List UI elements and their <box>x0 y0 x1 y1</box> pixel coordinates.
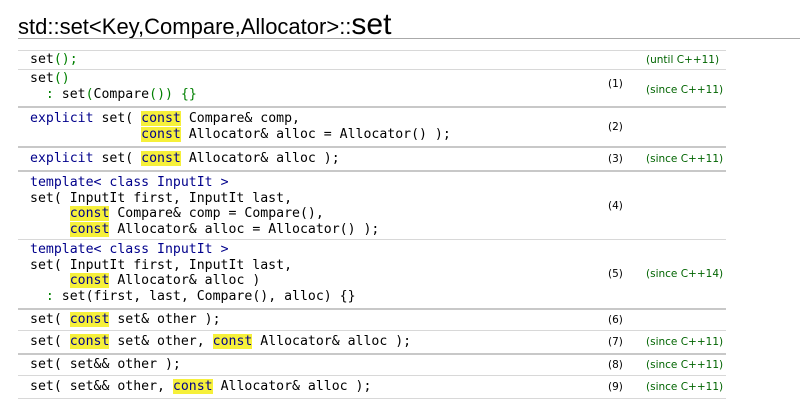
overload-number: (9) <box>608 381 623 393</box>
decl-row: set( const set& other, const Allocator& … <box>18 330 726 353</box>
overload-number: (4) <box>608 199 623 212</box>
overload-number: (5) <box>608 268 623 280</box>
since-badge: (since C++11) <box>646 336 724 348</box>
overload-number: (3) <box>608 153 623 165</box>
overload-number: (2) <box>608 121 623 133</box>
decl-row: explicit set( const Compare& comp, const… <box>18 106 726 146</box>
decl-row: set( set&& other, const Allocator& alloc… <box>18 375 726 399</box>
title-divider <box>18 38 800 39</box>
page-title: std::set<Key,Compare,Allocator>::set <box>18 8 391 42</box>
decl-row: template< class InputIt > set( InputIt f… <box>18 170 726 239</box>
since-badge: (since C++11) <box>646 84 724 96</box>
since-badge: (since C++14) <box>646 268 724 280</box>
decl-row: set( set&& other ); (8) (since C++11) <box>18 353 726 375</box>
decl-row: set( const set& other ); (6) <box>18 308 726 330</box>
overload-number: (8) <box>608 359 623 371</box>
since-badge: (since C++11) <box>646 381 724 393</box>
decl-code: set(); <box>30 52 78 67</box>
declaration-table: set(); (until C++11) set() : set(Compare… <box>18 50 726 399</box>
overload-number: (6) <box>608 314 623 326</box>
overload-number: (1) <box>608 78 623 90</box>
since-badge: (since C++11) <box>646 153 724 165</box>
decl-row: set() : set(Compare()) {} (1) (since C++… <box>18 69 726 106</box>
decl-row: set(); (until C++11) <box>18 50 726 69</box>
overload-number: (7) <box>608 336 623 348</box>
since-badge: (until C++11) <box>646 54 720 66</box>
since-badge: (since C++11) <box>646 359 724 371</box>
title-name: set <box>351 8 392 41</box>
decl-row: template< class InputIt > set( InputIt f… <box>18 239 726 308</box>
decl-row: explicit set( const Allocator& alloc ); … <box>18 146 726 170</box>
title-prefix: std::set<Key,Compare,Allocator>:: <box>18 14 352 39</box>
